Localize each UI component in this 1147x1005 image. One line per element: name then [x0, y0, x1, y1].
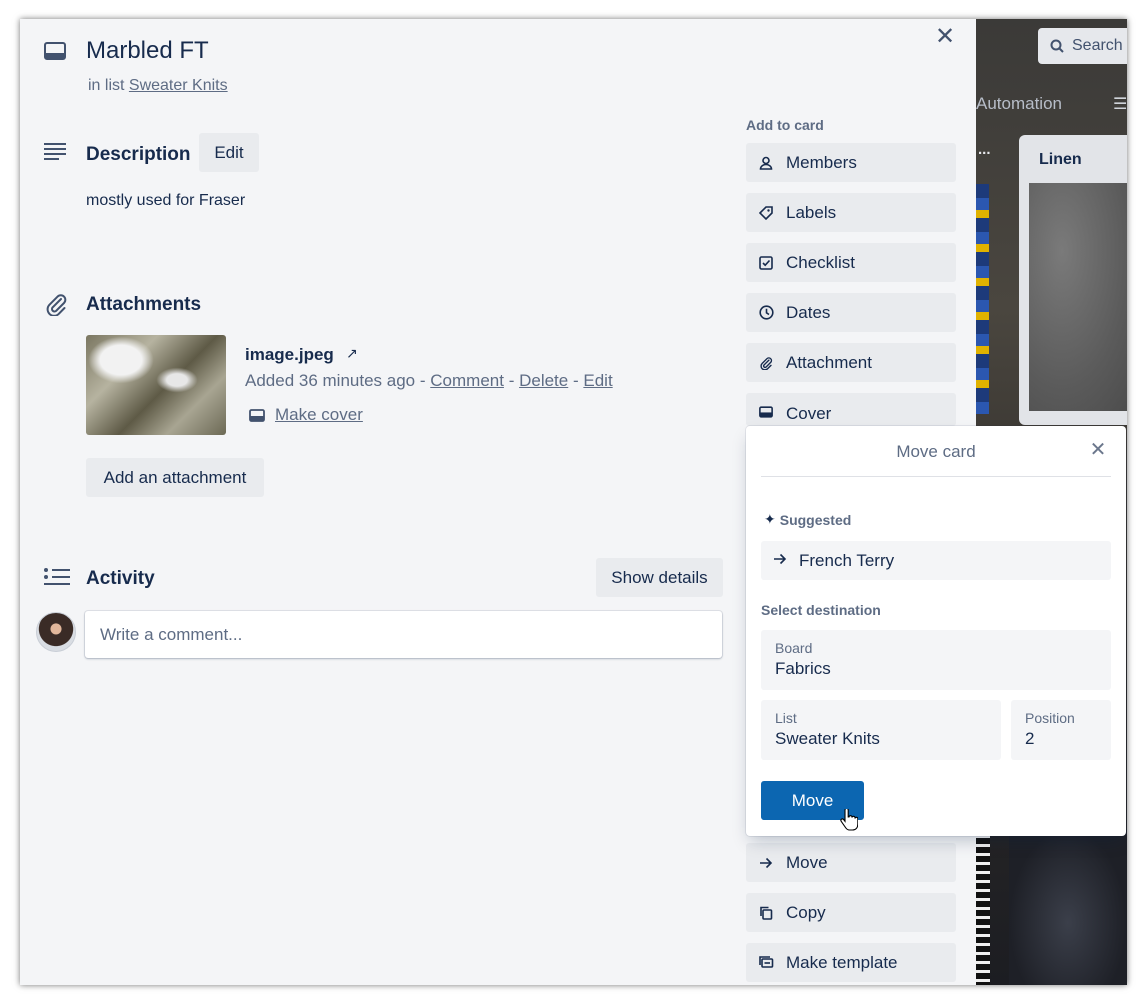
arrow-right-icon	[773, 551, 787, 571]
cover-icon	[249, 408, 265, 422]
members-button[interactable]: Members	[746, 143, 956, 182]
labels-button[interactable]: Labels	[746, 193, 956, 232]
board-select[interactable]: Board Fabrics	[761, 630, 1111, 690]
sparkle-icon: ✦	[764, 511, 776, 527]
board-search-label: Search	[1072, 37, 1123, 54]
make-cover-label: Make cover	[275, 405, 363, 424]
board-search-box[interactable]: Search	[1038, 28, 1127, 64]
description-edit-button[interactable]: Edit	[199, 133, 259, 172]
in-list-prefix: in list	[88, 77, 125, 94]
position-select-value: 2	[1025, 729, 1035, 748]
avatar[interactable]	[36, 612, 76, 652]
filter-icon[interactable]: ☰	[1113, 94, 1127, 114]
activity-title: Activity	[86, 568, 155, 589]
cover-icon	[758, 404, 774, 420]
board-card-image-cloth	[1009, 829, 1127, 985]
select-destination-label: Select destination	[761, 602, 881, 618]
suggested-destination-button[interactable]: French Terry	[761, 541, 1111, 580]
board-list-linen: Linen	[1019, 135, 1127, 425]
external-link-icon[interactable]: ↗	[346, 345, 358, 362]
board-select-label: Board	[775, 640, 813, 656]
separator: -	[419, 371, 426, 390]
paperclip-icon	[758, 355, 774, 371]
divider	[761, 476, 1111, 477]
popover-title: Move card	[896, 442, 976, 461]
labels-label: Labels	[786, 202, 837, 222]
list-menu-icon[interactable]: ...	[978, 141, 991, 158]
board-select-value: Fabrics	[775, 659, 831, 678]
move-button[interactable]: Move	[746, 843, 956, 882]
attachment-added-time: Added 36 minutes ago	[245, 371, 416, 390]
attachment-delete-link[interactable]: Delete	[519, 371, 568, 390]
attachment-edit-link[interactable]: Edit	[583, 371, 612, 390]
hand-cursor-icon	[840, 809, 858, 831]
attachments-title: Attachments	[86, 294, 202, 315]
card-icon	[44, 42, 66, 60]
separator: -	[508, 371, 515, 390]
board-list-card-image	[976, 184, 989, 414]
clock-icon	[758, 305, 774, 321]
list-select-value: Sweater Knits	[775, 729, 880, 748]
attachment-button[interactable]: Attachment	[746, 343, 956, 382]
paperclip-icon	[46, 294, 67, 316]
attachment-comment-link[interactable]: Comment	[430, 371, 504, 390]
make-template-label: Make template	[786, 952, 898, 972]
move-card-popover: Move card ✕ ✦ Suggested French Terry Sel…	[746, 426, 1126, 836]
cover-label: Cover	[786, 404, 832, 423]
suggested-heading: ✦ Suggested	[764, 511, 851, 528]
board-list-title[interactable]: Linen	[1039, 151, 1082, 169]
close-icon[interactable]: ✕	[933, 25, 957, 49]
members-label: Members	[786, 152, 857, 172]
show-details-button[interactable]: Show details	[596, 558, 723, 597]
make-cover-link[interactable]: Make cover	[249, 405, 363, 425]
attachment-file-name[interactable]: image.jpeg	[245, 345, 334, 365]
suggested-label: Suggested	[779, 511, 852, 528]
board-card-image[interactable]	[1029, 183, 1127, 411]
close-icon[interactable]: ✕	[1086, 438, 1110, 462]
description-title: Description	[86, 144, 191, 165]
make-template-button[interactable]: Make template	[746, 943, 956, 982]
attachment-label: Attachment	[786, 352, 872, 372]
copy-button[interactable]: Copy	[746, 893, 956, 932]
attachment-thumbnail[interactable]	[86, 335, 226, 435]
app-frame: Search Automation ☰ ... Linen ✕ Marbled …	[20, 19, 1127, 985]
suggested-destination-label: French Terry	[799, 550, 895, 570]
list-select[interactable]: List Sweater Knits	[761, 700, 1001, 760]
checkbox-icon	[758, 255, 774, 271]
person-icon	[758, 155, 774, 171]
list-select-label: List	[775, 710, 797, 726]
position-select[interactable]: Position 2	[1011, 700, 1111, 760]
copy-label: Copy	[786, 902, 826, 922]
description-text[interactable]: mostly used for Fraser	[86, 192, 245, 210]
template-icon	[758, 955, 774, 971]
board-card-image-dark	[976, 829, 990, 985]
add-to-card-heading: Add to card	[746, 117, 824, 133]
checklist-button[interactable]: Checklist	[746, 243, 956, 282]
dates-button[interactable]: Dates	[746, 293, 956, 332]
arrow-right-icon	[758, 855, 774, 871]
list-link[interactable]: Sweater Knits	[129, 77, 228, 94]
in-list-text: in list Sweater Knits	[88, 77, 228, 95]
activity-icon	[44, 568, 70, 585]
cover-button[interactable]: Cover	[746, 393, 956, 426]
search-icon	[1050, 39, 1064, 53]
card-detail-modal: ✕ Marbled FT in list Sweater Knits Descr…	[20, 19, 1126, 985]
comment-input[interactable]: Write a comment...	[85, 611, 722, 658]
tag-icon	[758, 205, 774, 221]
position-select-label: Position	[1025, 710, 1075, 726]
board-automation-label[interactable]: Automation	[976, 94, 1062, 114]
card-title[interactable]: Marbled FT	[86, 37, 209, 65]
add-attachment-button[interactable]: Add an attachment	[86, 458, 264, 497]
move-label: Move	[786, 852, 828, 872]
copy-icon	[758, 905, 774, 921]
description-icon	[44, 143, 66, 160]
checklist-label: Checklist	[786, 252, 855, 272]
attachment-meta: Added 36 minutes ago - Comment - Delete …	[245, 371, 613, 391]
dates-label: Dates	[786, 302, 831, 322]
separator: -	[572, 371, 579, 390]
